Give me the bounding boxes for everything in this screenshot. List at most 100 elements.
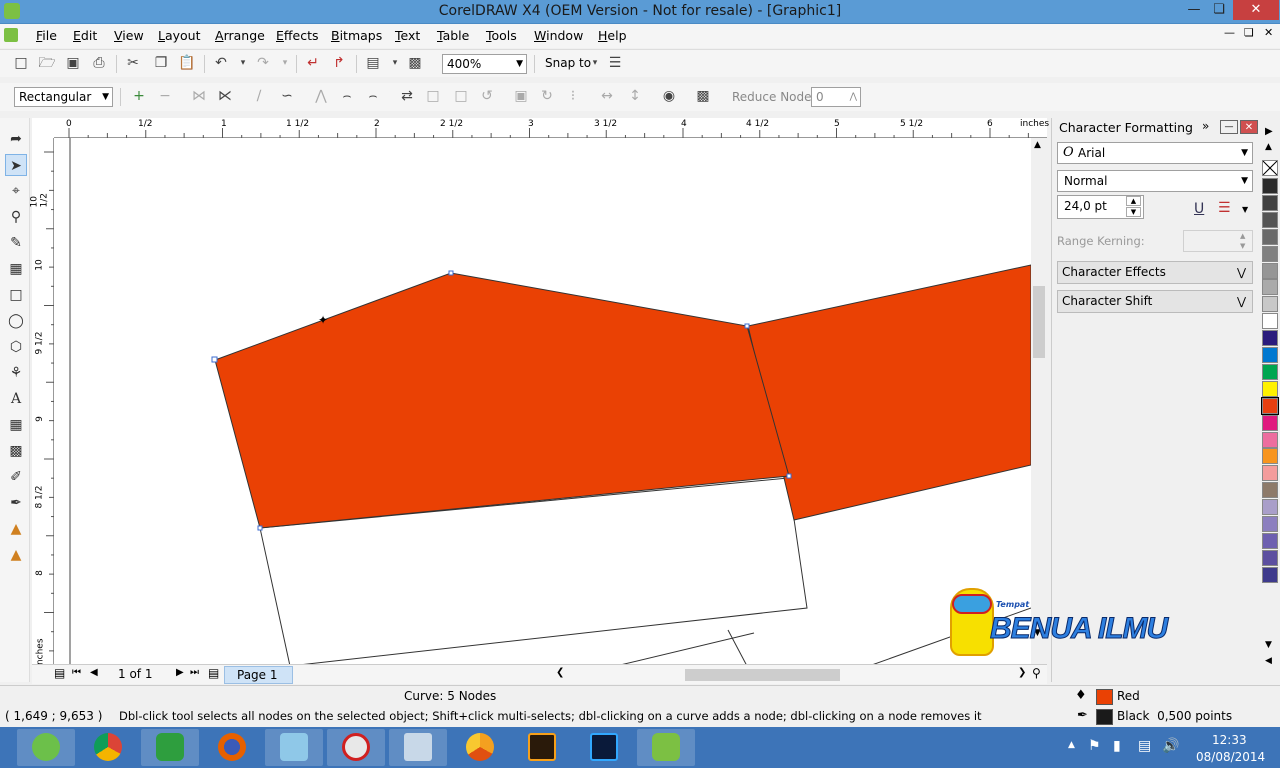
- palette-swatch[interactable]: [1262, 431, 1278, 448]
- extend-curve-icon[interactable]: □: [424, 87, 442, 105]
- palette-swatch[interactable]: [1261, 396, 1279, 415]
- align-nodes-icon[interactable]: ↻: [538, 87, 556, 105]
- menu-help[interactable]: Help: [598, 28, 627, 43]
- launcher-dropdown-icon[interactable]: ▾: [386, 54, 404, 72]
- redo-dropdown-icon[interactable]: ▾: [276, 54, 294, 72]
- character-shift-panel[interactable]: Character Shift ⋁: [1057, 290, 1253, 313]
- zoom-navigator-icon[interactable]: ⚲: [1032, 666, 1041, 680]
- clock-date[interactable]: 08/08/2014: [1196, 750, 1265, 764]
- menu-window[interactable]: Window: [534, 28, 583, 43]
- drawing-canvas[interactable]: ✦ Tempat Cari-Cari Ilmu Yang Bermutu: [54, 138, 1031, 666]
- close-button[interactable]: ✕: [1233, 0, 1279, 20]
- taskbar-coreldraw-icon[interactable]: [637, 729, 695, 766]
- action-center-flag-icon[interactable]: ⚑: [1088, 738, 1101, 754]
- convert-to-line-icon[interactable]: ∕: [250, 87, 268, 105]
- palette-swatch[interactable]: [1262, 245, 1278, 262]
- reduce-nodes-label[interactable]: Reduce Nodes: [732, 90, 818, 104]
- fill-color-swatch[interactable]: [1096, 689, 1113, 705]
- horizontal-scroll-thumb[interactable]: [685, 669, 840, 681]
- network-icon[interactable]: ▤: [1138, 738, 1151, 754]
- cusp-node-icon[interactable]: ⋀: [312, 87, 330, 105]
- taskbar-chrome-canary-icon[interactable]: [451, 729, 509, 766]
- undo-icon[interactable]: ↶: [212, 54, 230, 72]
- taskbar-photoshop-icon[interactable]: [575, 729, 633, 766]
- menu-tools[interactable]: Tools: [486, 28, 517, 43]
- text-tool-icon[interactable]: A: [5, 388, 27, 410]
- minimize-button[interactable]: —: [1180, 0, 1208, 20]
- palette-swatch[interactable]: [1262, 194, 1278, 211]
- palette-swatch[interactable]: [1262, 363, 1278, 380]
- redo-icon[interactable]: ↷: [254, 54, 272, 72]
- reflect-horizontal-icon[interactable]: ↔: [598, 87, 616, 105]
- previous-page-icon[interactable]: ◀: [90, 667, 98, 678]
- fill-tool-icon[interactable]: ▲: [5, 518, 27, 540]
- menu-effects[interactable]: Effects: [276, 28, 319, 43]
- docker-minimize-button[interactable]: —: [1220, 120, 1238, 134]
- no-color-swatch[interactable]: [1262, 160, 1278, 176]
- welcome-screen-icon[interactable]: ▩: [406, 54, 424, 72]
- extract-subpath-icon[interactable]: □: [452, 87, 470, 105]
- save-icon[interactable]: ▣: [64, 54, 82, 72]
- palette-menu-icon[interactable]: ▶: [1265, 126, 1273, 137]
- scroll-left-icon[interactable]: ❮: [556, 667, 564, 678]
- palette-swatch[interactable]: [1262, 516, 1278, 532]
- taskbar-chrome-icon[interactable]: [79, 729, 137, 766]
- undo-dropdown-icon[interactable]: ▾: [234, 54, 252, 72]
- freehand-tool-icon[interactable]: ✎: [5, 232, 27, 254]
- stretch-nodes-icon[interactable]: ↺: [478, 87, 496, 105]
- reflect-nodes-icon[interactable]: ⁝: [564, 87, 582, 105]
- options-icon[interactable]: ☰: [606, 54, 624, 72]
- import-icon[interactable]: ↵: [304, 54, 322, 72]
- outline-color-swatch[interactable]: [1096, 709, 1113, 725]
- reflect-vertical-icon[interactable]: ↕: [626, 87, 644, 105]
- font-size-up-icon[interactable]: ▲: [1126, 196, 1141, 206]
- taskbar-coreldraw-pad-icon[interactable]: [265, 729, 323, 766]
- rectangle-tool-icon[interactable]: □: [5, 284, 27, 306]
- show-hidden-icons[interactable]: ▲: [1068, 740, 1075, 750]
- palette-swatch[interactable]: [1262, 296, 1278, 313]
- insert-page-after-icon[interactable]: ▤: [208, 666, 219, 680]
- underline-icon[interactable]: U: [1194, 201, 1204, 217]
- menu-view[interactable]: View: [114, 28, 144, 43]
- menu-text[interactable]: Text: [395, 28, 420, 43]
- vertical-ruler[interactable]: 10 1/2 10 9 1/2 9 8 1/2 8 inches: [30, 138, 54, 668]
- doc-close-button[interactable]: ✕: [1264, 26, 1273, 39]
- palette-swatch[interactable]: [1262, 178, 1278, 194]
- curve-smoothness-field[interactable]: 0 ⋀: [811, 87, 861, 107]
- polygon-tool-icon[interactable]: ⬡: [5, 336, 27, 358]
- export-icon[interactable]: ↱: [330, 54, 348, 72]
- menu-layout[interactable]: Layout: [158, 28, 201, 43]
- menu-table[interactable]: Table: [437, 28, 469, 43]
- crop-tool-icon[interactable]: ⌖: [5, 180, 27, 202]
- font-size-down-icon[interactable]: ▼: [1126, 207, 1141, 217]
- zoom-level-select[interactable]: 400% ▼: [442, 54, 527, 74]
- zoom-tool-icon[interactable]: ⚲: [5, 206, 27, 228]
- table-tool-icon[interactable]: ▦: [5, 414, 27, 436]
- horizontal-ruler[interactable]: 0 1/2 1 1 1/2 2 2 1/2 3 3 1/2 4 4 1/2 5 …: [54, 118, 1049, 138]
- vertical-scrollbar[interactable]: ▲ ▼: [1031, 138, 1047, 666]
- palette-swatch[interactable]: [1262, 262, 1278, 279]
- cut-icon[interactable]: ✂: [124, 54, 142, 72]
- first-page-icon[interactable]: ⏮: [72, 667, 81, 678]
- interactive-blend-tool-icon[interactable]: ▩: [5, 440, 27, 462]
- outline-tool-icon[interactable]: ✒: [5, 492, 27, 514]
- taskbar-snipping-icon[interactable]: [327, 729, 385, 766]
- shape-tool-icon[interactable]: ➤: [5, 154, 27, 176]
- palette-scroll-up-icon[interactable]: ▲: [1265, 142, 1272, 152]
- text-align-icon[interactable]: ☰: [1218, 200, 1231, 216]
- character-effects-panel[interactable]: Character Effects ⋁: [1057, 261, 1253, 284]
- snap-to-dropdown-icon[interactable]: ▾: [586, 54, 604, 72]
- clock-time[interactable]: 12:33: [1212, 733, 1247, 747]
- insert-page-before-icon[interactable]: ▤: [54, 666, 65, 680]
- kerning-up-icon[interactable]: ▲: [1240, 232, 1245, 240]
- palette-swatch[interactable]: [1262, 211, 1278, 228]
- add-node-icon[interactable]: +: [130, 87, 148, 105]
- taskbar-illustrator-icon[interactable]: [513, 729, 571, 766]
- application-launcher-icon[interactable]: ▤: [364, 54, 382, 72]
- palette-swatch[interactable]: [1262, 313, 1278, 330]
- power-icon[interactable]: ▮: [1113, 738, 1121, 754]
- ellipse-tool-icon[interactable]: ◯: [5, 310, 27, 332]
- doc-minimize-button[interactable]: —: [1224, 26, 1235, 39]
- font-list-select[interactable]: O Arial ▼: [1057, 142, 1253, 164]
- page-tab[interactable]: Page 1: [224, 666, 293, 684]
